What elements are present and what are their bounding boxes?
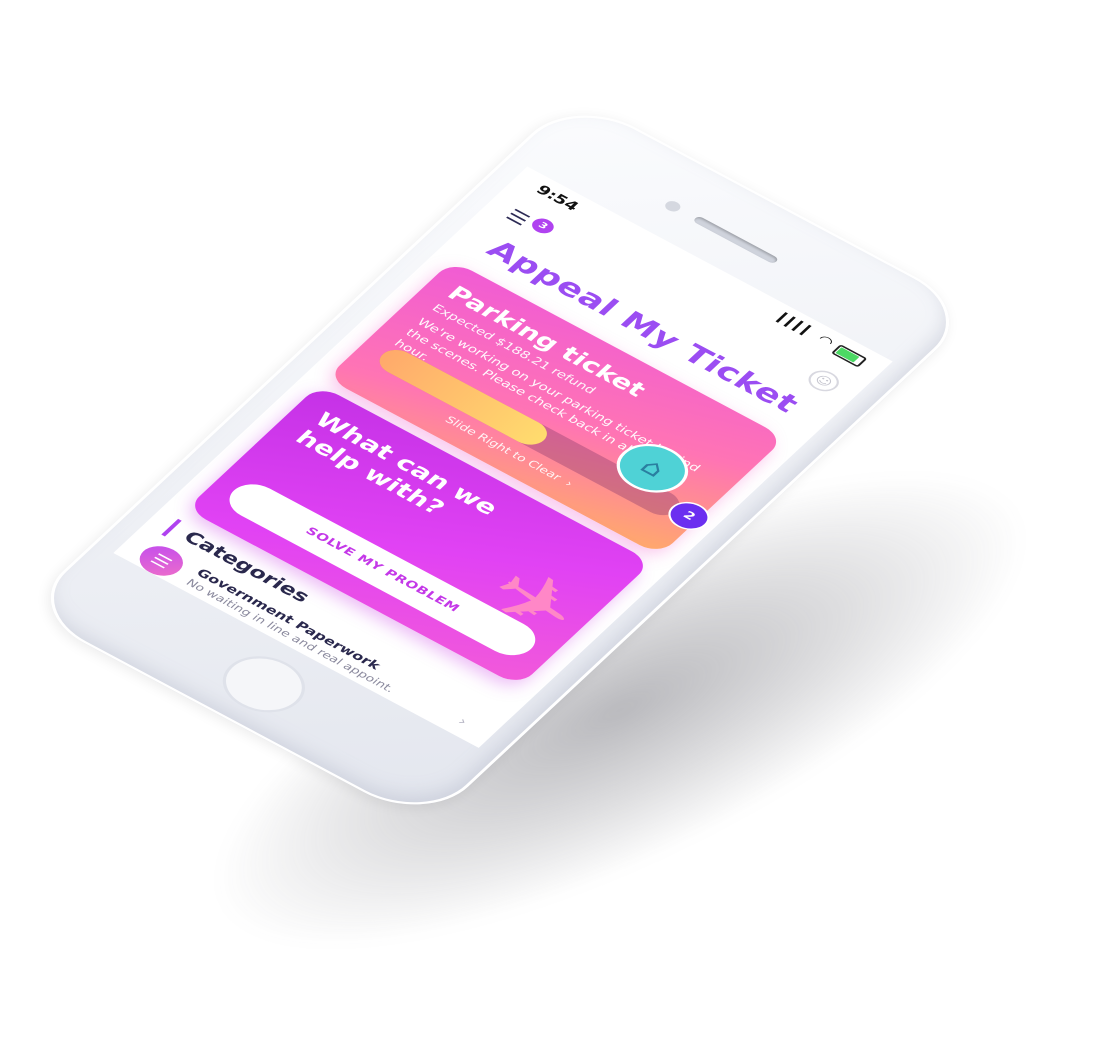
signal-icon: ▎▎▎▎: [775, 312, 817, 339]
menu-icon[interactable]: ☰: [501, 206, 534, 229]
battery-level: [835, 347, 860, 363]
home-button[interactable]: [206, 644, 321, 724]
earpiece-speaker: [692, 215, 780, 265]
chevron-right-icon: ›: [454, 714, 472, 729]
front-camera: [662, 199, 684, 214]
chevron-right-icon: ›: [561, 478, 576, 490]
wifi-icon: ◠: [814, 331, 839, 350]
battery-icon: [830, 344, 868, 368]
document-icon: ☰: [131, 540, 192, 582]
profile-icon[interactable]: ☺: [802, 366, 845, 396]
menu-badge: 3: [527, 215, 558, 237]
